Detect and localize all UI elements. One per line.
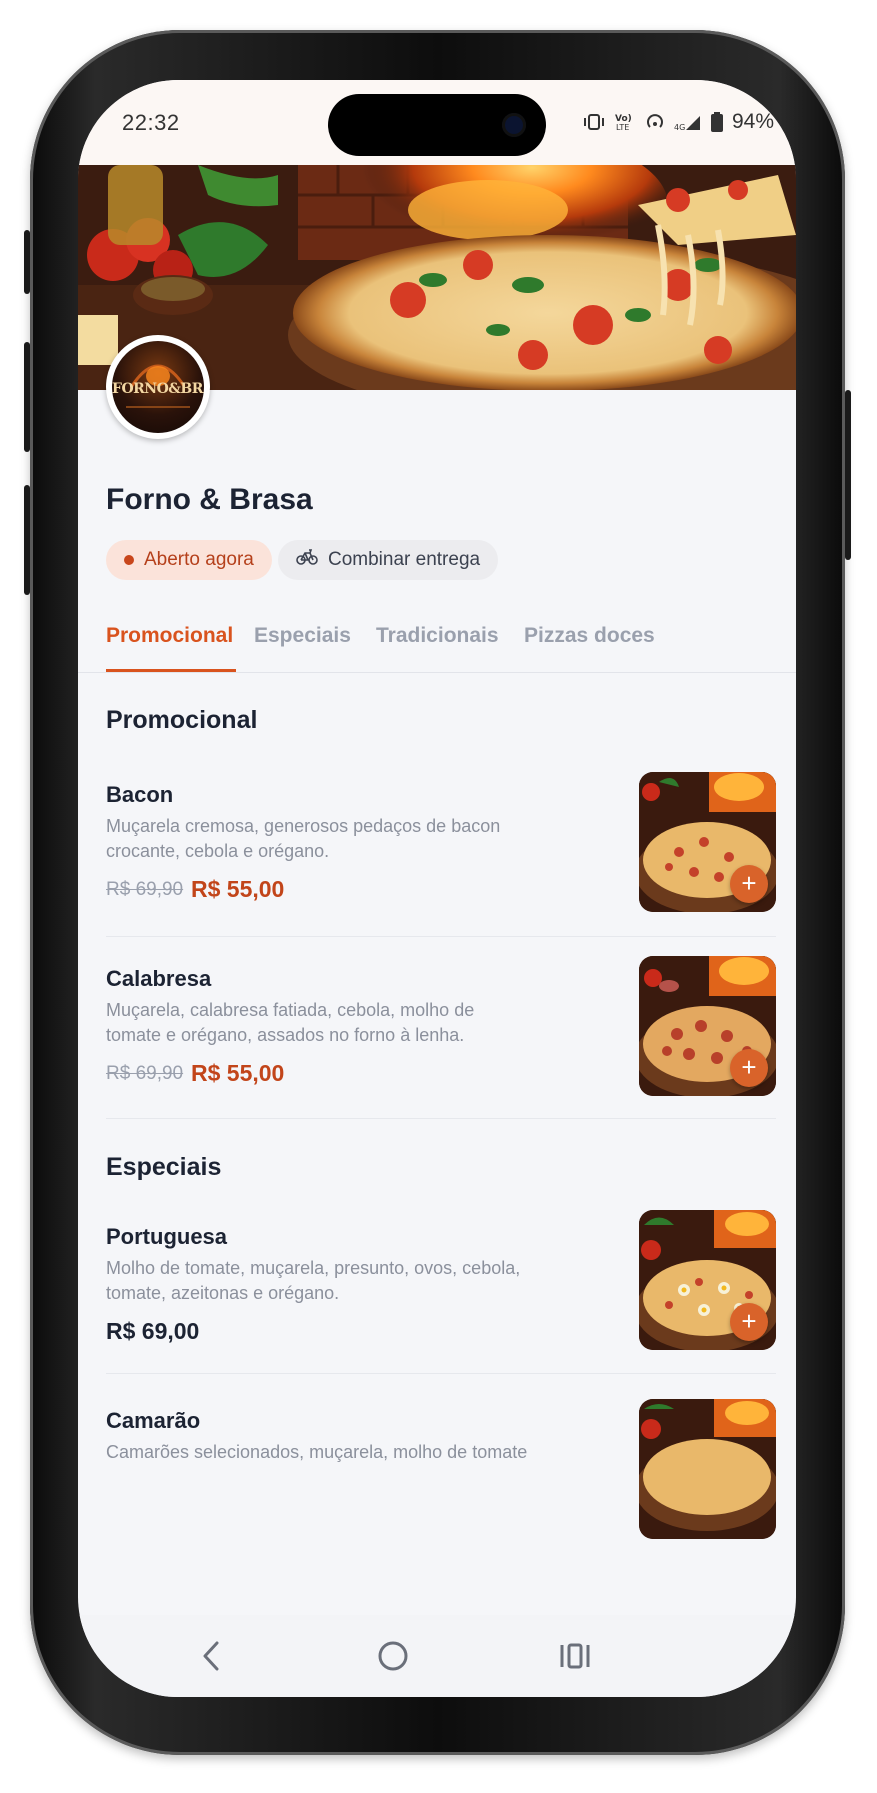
status-time: 22:32: [122, 110, 180, 135]
delivery-chip-label: Combinar entrega: [328, 549, 481, 570]
item-image: +: [639, 956, 776, 1096]
item-price: R$ 55,00: [191, 1060, 285, 1086]
svg-text:4G: 4G: [674, 123, 685, 132]
home-icon: [378, 1641, 408, 1671]
vibrate-icon: [583, 112, 605, 132]
item-name: Bacon: [106, 782, 174, 807]
item-old-price: R$ 69,90: [106, 879, 184, 900]
hotspot-icon: [645, 112, 665, 132]
item-price: R$ 69,00: [106, 1318, 200, 1344]
dynamic-island: [328, 94, 546, 156]
battery-icon: [710, 112, 723, 132]
add-to-cart-button[interactable]: +: [730, 1303, 768, 1341]
volte-icon: Vo) LTE: [614, 112, 636, 132]
logo-text: FORNO&BRASA: [112, 381, 204, 397]
open-status-label: Aberto agora: [144, 549, 254, 570]
menu-item[interactable]: Portuguesa Molho de tomate, muçarela, pr…: [106, 1210, 776, 1374]
add-to-cart-button[interactable]: +: [730, 865, 768, 903]
item-price: R$ 55,00: [191, 876, 285, 902]
menu-item[interactable]: Bacon Muçarela cremosa, generosos pedaço…: [106, 772, 776, 932]
open-status-badge: Aberto agora: [106, 540, 272, 580]
home-button[interactable]: [368, 1635, 418, 1677]
back-button[interactable]: [186, 1635, 236, 1677]
app-screen: 22:32 Vo) LTE 4G 94% FORNO&BR Forno & Br…: [78, 80, 796, 1697]
bicycle-icon: [296, 549, 318, 571]
power-button: [845, 390, 851, 560]
item-old-price: R$ 69,90: [106, 1063, 184, 1084]
restaurant-name: Forno & Brasa: [106, 483, 313, 516]
system-navigation-bar: [78, 1615, 796, 1697]
item-name: Camarão: [106, 1408, 201, 1433]
svg-text:LTE: LTE: [616, 123, 629, 132]
signal-4g-icon: 4G: [674, 112, 702, 132]
item-description: Muçarela, calabresa fatiada, cebola, mol…: [106, 1000, 475, 1045]
item-name: Portuguesa: [106, 1224, 228, 1249]
item-description: Camarões selecionados, muçarela, molho d…: [106, 1442, 528, 1462]
delivery-chip[interactable]: Combinar entrega: [278, 540, 499, 580]
volume-down-button: [24, 485, 30, 595]
tab-tradicionais[interactable]: Tradicionais: [376, 624, 499, 648]
status-dot-icon: [124, 555, 134, 565]
section-title-especiais: Especiais: [106, 1153, 222, 1181]
menu-item[interactable]: Camarão Camarões selecionados, muçarela,…: [106, 1399, 776, 1539]
tab-pizzas-doces[interactable]: Pizzas doces: [524, 624, 655, 648]
battery-percent: 94%: [731, 110, 774, 133]
divider: [106, 1118, 776, 1119]
restaurant-logo: FORNO&BRASA: [106, 335, 210, 439]
section-title-promocional: Promocional: [106, 706, 258, 734]
category-tabs: Promocional Especiais Tradicionais Pizza…: [78, 612, 796, 673]
active-tab-indicator: [106, 669, 236, 672]
item-description: Muçarela cremosa, generosos pedaços de b…: [106, 816, 501, 861]
tab-especiais[interactable]: Especiais: [254, 624, 351, 648]
divider: [106, 1373, 776, 1374]
item-description: Molho de tomate, muçarela, presunto, ovo…: [106, 1258, 521, 1303]
item-image: [639, 1399, 776, 1539]
status-icons: Vo) LTE 4G 94%: [583, 110, 774, 134]
status-bar: 22:32 Vo) LTE 4G 94%: [78, 80, 796, 165]
add-to-cart-button[interactable]: +: [730, 1049, 768, 1087]
divider: [106, 936, 776, 937]
item-name: Calabresa: [106, 966, 212, 991]
tab-promocional[interactable]: Promocional: [106, 624, 233, 648]
item-image: +: [639, 1210, 776, 1350]
action-button: [24, 230, 30, 294]
recents-button[interactable]: [550, 1635, 600, 1677]
item-image: +: [639, 772, 776, 912]
recents-icon: [560, 1643, 590, 1669]
volume-up-button: [24, 342, 30, 452]
menu-item[interactable]: Calabresa Muçarela, calabresa fatiada, c…: [106, 956, 776, 1116]
back-icon: [203, 1641, 219, 1671]
front-camera-icon: [502, 113, 526, 137]
